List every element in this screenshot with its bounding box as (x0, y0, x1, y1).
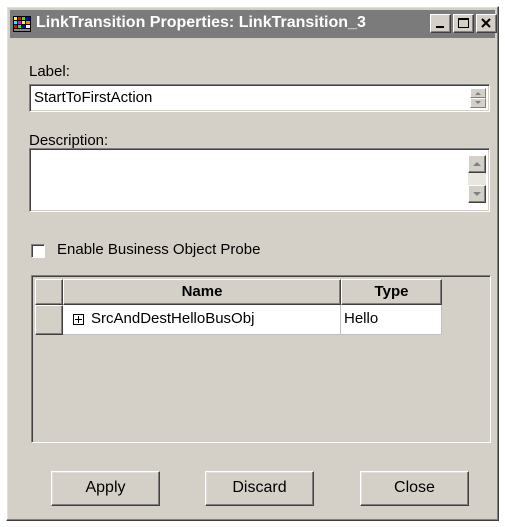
discard-button[interactable]: Discard (205, 471, 314, 506)
table-row-name-cell[interactable]: SrcAndDestHelloBusObj (63, 305, 341, 335)
table-row-type-cell[interactable]: Hello (341, 305, 442, 335)
spin-down-button[interactable] (470, 98, 486, 108)
close-button[interactable] (476, 14, 497, 33)
scroll-track[interactable] (468, 173, 486, 185)
minimize-icon (436, 26, 444, 28)
row-header[interactable] (35, 305, 63, 335)
label-input[interactable]: StartToFirstAction (29, 84, 490, 112)
description-textarea[interactable] (29, 148, 490, 212)
description-caption: Description: (29, 132, 109, 149)
business-object-table: Name Type SrcAndDestHelloBusObj Hello (31, 275, 491, 443)
column-header-type[interactable]: Type (341, 279, 442, 305)
app-grid-icon (13, 16, 31, 32)
row-name: SrcAndDestHelloBusObj (91, 310, 255, 327)
spin-down-icon (475, 101, 481, 104)
title-bar[interactable]: LinkTransition Properties: LinkTransitio… (10, 10, 497, 38)
properties-dialog: LinkTransition Properties: LinkTransitio… (6, 6, 499, 521)
apply-button[interactable]: Apply (51, 471, 160, 506)
scroll-up-icon (473, 162, 481, 166)
label-input-value: StartToFirstAction (34, 89, 153, 106)
spin-up-button[interactable] (470, 88, 486, 98)
table-corner-header (35, 279, 63, 305)
maximize-button[interactable] (453, 14, 474, 33)
expand-plus-icon[interactable] (73, 314, 84, 325)
column-header-name[interactable]: Name (63, 279, 341, 305)
close-icon (481, 18, 491, 28)
scroll-up-button[interactable] (468, 155, 486, 173)
probe-label[interactable]: Enable Business Object Probe (57, 241, 260, 258)
scroll-down-button[interactable] (468, 185, 486, 203)
spin-up-icon (475, 92, 481, 95)
row-type: Hello (344, 310, 379, 327)
maximize-icon (458, 18, 469, 28)
minimize-button[interactable] (430, 14, 451, 33)
probe-checkbox[interactable] (31, 244, 45, 258)
scroll-down-icon (473, 192, 481, 196)
window-title: LinkTransition Properties: LinkTransitio… (36, 14, 366, 31)
close-dialog-button[interactable]: Close (360, 471, 469, 506)
label-caption: Label: (29, 63, 70, 80)
